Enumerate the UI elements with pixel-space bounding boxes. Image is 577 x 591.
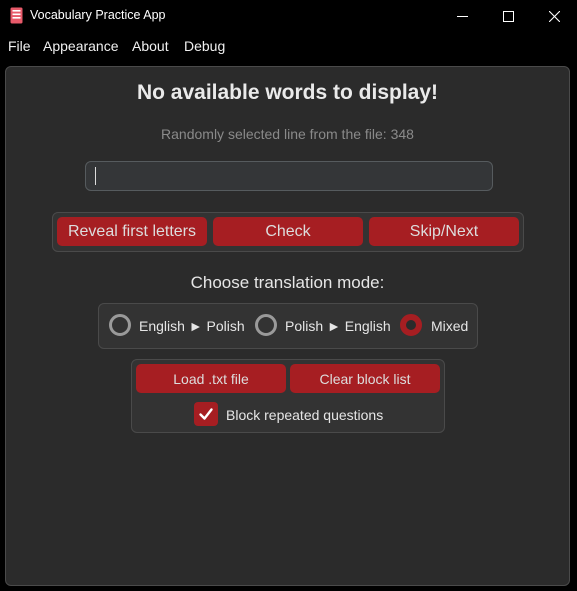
menu-file[interactable]: File bbox=[8, 38, 31, 54]
status-heading: No available words to display! bbox=[136, 81, 439, 104]
menu-debug[interactable]: Debug bbox=[184, 38, 225, 54]
block-repeated-checkbox[interactable] bbox=[194, 402, 218, 426]
close-button[interactable] bbox=[531, 0, 577, 32]
close-icon bbox=[548, 10, 560, 22]
radio-mixed[interactable] bbox=[400, 314, 422, 336]
answer-input[interactable] bbox=[85, 161, 493, 191]
menu-about[interactable]: About bbox=[132, 38, 169, 54]
load-txt-file-button[interactable]: Load .txt file bbox=[136, 364, 286, 393]
minimize-button[interactable] bbox=[439, 0, 485, 32]
window-title: Vocabulary Practice App bbox=[30, 8, 166, 22]
action-buttons-frame: Reveal first letters Check Skip/Next bbox=[52, 212, 524, 252]
text-caret bbox=[95, 167, 96, 185]
reveal-first-letters-button[interactable]: Reveal first letters bbox=[57, 217, 207, 246]
selected-line-info: Randomly selected line from the file: 34… bbox=[161, 126, 414, 142]
main-panel: No available words to display! Randomly … bbox=[5, 66, 570, 586]
radio-label-english-polish: English ► Polish bbox=[139, 318, 245, 334]
translation-mode-frame: English ► Polish Polish ► English Mixed bbox=[98, 303, 478, 349]
block-repeated-label: Block repeated questions bbox=[226, 407, 384, 423]
minimize-icon bbox=[456, 15, 468, 17]
clear-block-list-button[interactable]: Clear block list bbox=[290, 364, 440, 393]
title-bar: Vocabulary Practice App bbox=[0, 0, 577, 32]
maximize-icon bbox=[502, 10, 514, 22]
radio-english-polish[interactable] bbox=[109, 314, 131, 336]
radio-polish-english[interactable] bbox=[255, 314, 277, 336]
file-controls-frame: Load .txt file Clear block list Block re… bbox=[131, 359, 445, 433]
check-button[interactable]: Check bbox=[213, 217, 363, 246]
menu-appearance[interactable]: Appearance bbox=[43, 38, 119, 54]
skip-next-button[interactable]: Skip/Next bbox=[369, 217, 519, 246]
book-icon bbox=[10, 7, 23, 24]
checkmark-icon bbox=[199, 408, 213, 420]
maximize-button[interactable] bbox=[485, 0, 531, 32]
radio-label-polish-english: Polish ► English bbox=[285, 318, 391, 334]
translation-mode-label: Choose translation mode: bbox=[190, 273, 385, 292]
menu-bar: File Appearance About Debug bbox=[0, 32, 577, 60]
radio-label-mixed: Mixed bbox=[431, 318, 469, 334]
